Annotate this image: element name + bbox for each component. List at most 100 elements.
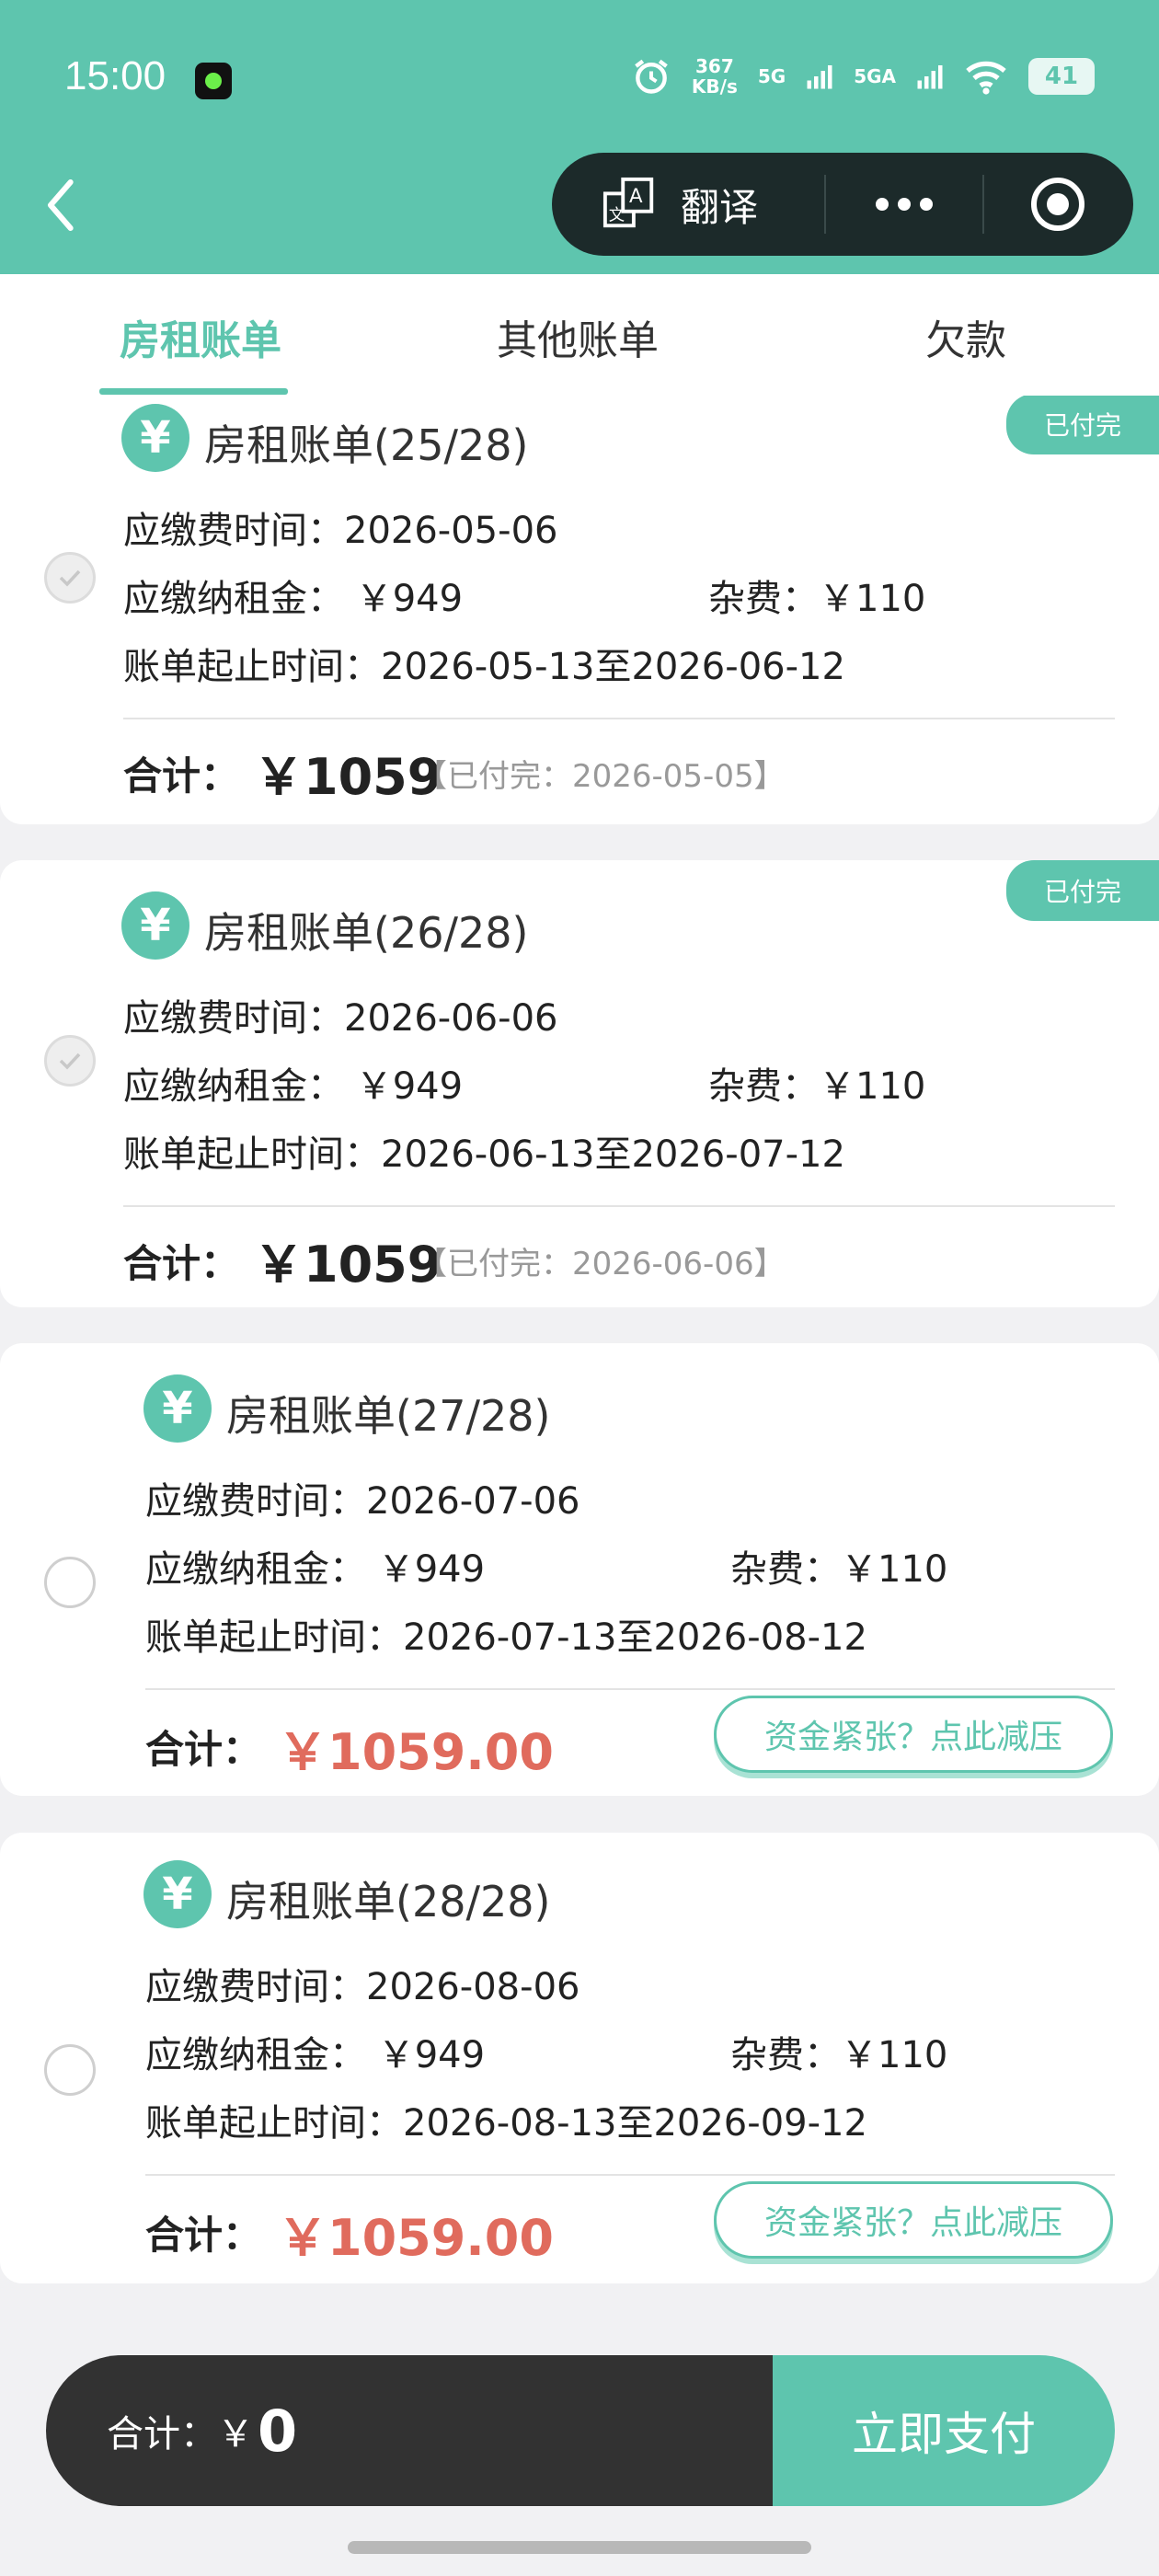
speed-unit: KB/s [691,75,738,98]
yen-icon: ¥ [143,1860,212,1928]
misc-label: 杂费： [708,1065,819,1108]
rent-label: 应缴纳租金： [123,578,344,620]
due-date-value: 2026-07-06 [366,1480,580,1523]
network-speed: 367 KB/s [692,56,738,97]
misc-value: ￥110 [841,1548,948,1591]
translate-button[interactable]: A文 翻译 [552,176,824,233]
app-header: 15:00 367 KB/s 5G 5GA 41 A文 翻译 [0,0,1159,274]
due-date-label: 应缴费时间： [123,997,344,1040]
more-dot-icon [920,198,933,211]
due-date-label: 应缴费时间： [123,510,344,552]
check-icon [59,1052,81,1070]
total-label: 合计： [145,2213,262,2258]
mini-program-capsule: A文 翻译 [552,153,1133,256]
yen-icon: ¥ [121,891,189,960]
card-divider [145,1688,1115,1690]
footer-total-value: 0 [258,2397,298,2465]
rent-row: 应缴纳租金： ￥949 [123,1056,463,1110]
pay-now-button[interactable]: 立即支付 [773,2355,1115,2506]
status-time: 15:00 [64,53,166,98]
signal-5ga-label: 5GA [854,65,896,87]
tab-other-bill[interactable]: 其他账单 [497,307,659,366]
total-label: 合计： [123,1241,240,1286]
more-dot-icon [876,198,889,211]
svg-text:A: A [629,185,643,208]
notification-dot-icon [195,63,232,99]
due-date-value: 2026-06-06 [344,997,558,1040]
tab-debt[interactable]: 欠款 [925,307,1006,366]
card-divider [123,718,1115,719]
bill-title: 房租账单(28/28) [226,1877,551,1926]
checkout-bar: 合计： ￥ 0 立即支付 [46,2355,1115,2506]
signal-5g-label: 5G [757,65,786,87]
period-value: 2026-08-13至2026-09-12 [403,2102,867,2145]
wifi-icon [966,61,1006,95]
due-date-row: 应缴费时间：2026-08-06 [145,1957,580,2010]
period-label: 账单起止时间： [145,2102,403,2145]
active-tab-indicator [99,388,288,395]
yen-icon: ¥ [143,1374,212,1443]
bill-title: 房租账单(25/28) [204,420,529,470]
rent-row: 应缴纳租金： ￥949 [123,569,463,622]
translate-label: 翻译 [681,184,759,230]
speed-value: 367 [694,55,734,77]
target-icon [1031,178,1084,231]
total-amount: ￥1059 [254,1236,442,1294]
rent-value: ￥949 [377,1548,486,1591]
rent-row: 应缴纳租金： ￥949 [145,2025,485,2078]
bill-checkbox[interactable] [44,1557,96,1608]
misc-label: 杂费： [708,578,819,620]
bill-list[interactable]: 已付完 ¥ 房租账单(25/28) 应缴费时间：2026-05-06 应缴纳租金… [0,396,1159,2337]
card-divider [123,1205,1115,1207]
misc-value: ￥110 [841,2034,948,2076]
footer-currency: ￥ [217,2413,254,2455]
total-amount: ￥1059 [254,748,442,806]
home-indicator[interactable] [348,2541,811,2554]
paid-note: 【已付完：2026-05-05】 [416,758,786,795]
bill-checkbox[interactable] [44,1035,96,1087]
rent-value: ￥949 [377,2034,486,2076]
misc-row: 杂费：￥110 [708,569,925,622]
period-label: 账单起止时间： [123,1133,381,1176]
relief-button[interactable]: 资金紧张？点此减压 [714,2181,1113,2259]
period-value: 2026-07-13至2026-08-12 [403,1616,867,1659]
bill-card: 已付完 ¥ 房租账单(26/28) 应缴费时间：2026-06-06 应缴纳租金… [0,860,1159,1307]
back-button[interactable] [44,173,81,237]
total-amount: ￥1059.00 [278,1723,554,1781]
rent-row: 应缴纳租金： ￥949 [145,1539,485,1593]
bill-card: 已付完 ¥ 房租账单(25/28) 应缴费时间：2026-05-06 应缴纳租金… [0,396,1159,824]
due-date-row: 应缴费时间：2026-05-06 [123,500,557,554]
period-label: 账单起止时间： [123,646,381,688]
rent-label: 应缴纳租金： [145,1548,366,1591]
period-label: 账单起止时间： [145,1616,403,1659]
misc-value: ￥110 [819,1065,926,1108]
more-button[interactable] [826,198,982,211]
chevron-left-icon [47,179,74,231]
relief-button[interactable]: 资金紧张？点此减压 [714,1696,1113,1773]
paid-badge: 已付完 [1006,396,1159,454]
battery-icon: 41 [1028,58,1095,95]
period-value: 2026-05-13至2026-06-12 [381,646,845,688]
due-date-label: 应缴费时间： [145,1966,366,2008]
rent-value: ￥949 [355,578,464,620]
footer-total-label: 合计： [107,2413,217,2455]
tab-rent-bill[interactable]: 房租账单 [120,307,281,366]
period-row: 账单起止时间：2026-06-13至2026-07-12 [123,1124,845,1178]
bill-checkbox[interactable] [44,552,96,604]
misc-row: 杂费：￥110 [730,1539,947,1593]
period-row: 账单起止时间：2026-08-13至2026-09-12 [145,2093,867,2146]
bill-title: 房租账单(26/28) [204,908,529,958]
total-label: 合计： [145,1727,262,1772]
signal-icon-2 [917,65,943,89]
due-date-value: 2026-08-06 [366,1966,580,2008]
alarm-icon [635,59,668,94]
svg-text:文: 文 [609,206,625,224]
period-row: 账单起止时间：2026-05-13至2026-06-12 [123,637,845,690]
misc-value: ￥110 [819,578,926,620]
translate-icon: A文 [602,177,654,228]
close-miniprogram-button[interactable] [984,175,1131,234]
rent-label: 应缴纳租金： [123,1065,344,1108]
due-date-value: 2026-05-06 [344,510,558,552]
bill-checkbox[interactable] [44,2044,96,2096]
bill-card: ¥ 房租账单(28/28) 应缴费时间：2026-08-06 应缴纳租金： ￥9… [0,1833,1159,2283]
